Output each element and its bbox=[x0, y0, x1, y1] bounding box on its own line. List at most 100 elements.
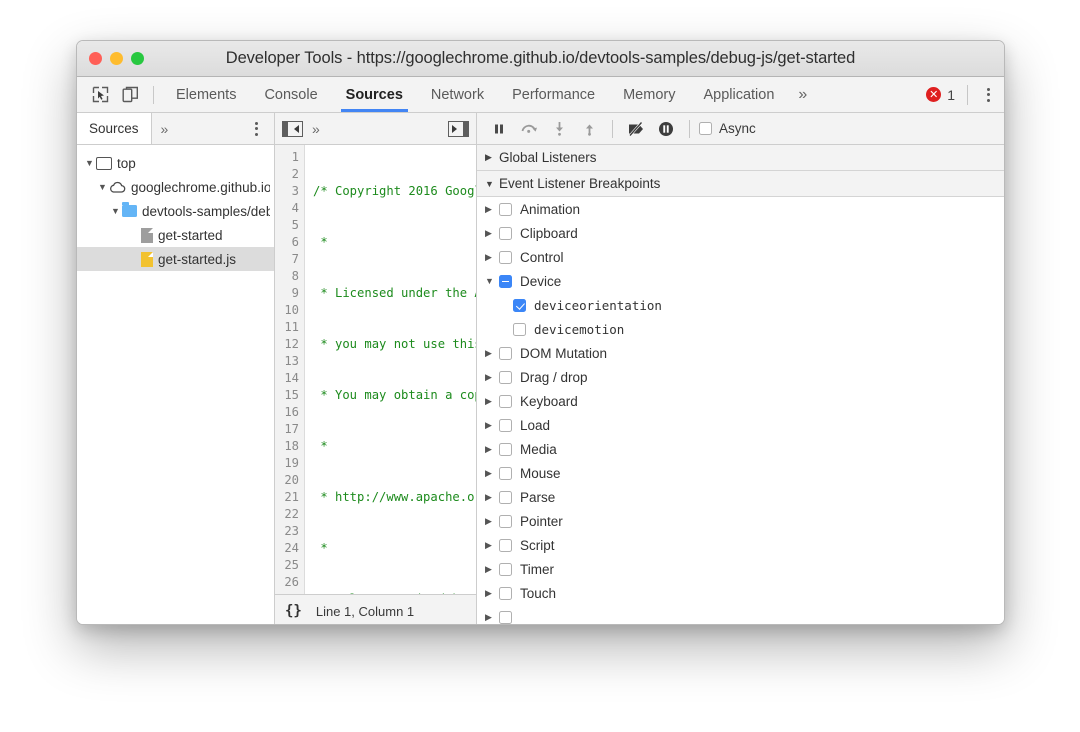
chevron-right-icon[interactable]: ▶ bbox=[485, 492, 499, 503]
navigator-subtab-sources[interactable]: Sources bbox=[77, 113, 152, 144]
step-out-icon[interactable] bbox=[575, 116, 603, 142]
pause-on-exceptions-icon[interactable] bbox=[652, 116, 680, 142]
chevron-right-icon[interactable]: ▶ bbox=[485, 396, 499, 407]
chevron-right-icon[interactable]: ▶ bbox=[485, 540, 499, 551]
chevron-right-icon[interactable]: ▶ bbox=[485, 372, 499, 383]
zoom-window-button[interactable] bbox=[131, 52, 144, 65]
section-event-listener-breakpoints[interactable]: ▼ Event Listener Breakpoints bbox=[477, 171, 1004, 197]
chevron-right-icon[interactable]: ▶ bbox=[485, 516, 499, 527]
breakpoint-row-clipboard[interactable]: ▶ Clipboard bbox=[477, 221, 1004, 245]
breakpoint-checkbox[interactable] bbox=[499, 202, 512, 216]
breakpoint-checkbox[interactable] bbox=[513, 322, 526, 336]
breakpoint-row-touch[interactable]: ▶ Touch bbox=[477, 581, 1004, 605]
chevron-down-icon[interactable]: ▼ bbox=[485, 276, 499, 286]
breakpoint-row-drag-drop[interactable]: ▶ Drag / drop bbox=[477, 365, 1004, 389]
section-global-listeners[interactable]: ▶ Global Listeners bbox=[477, 145, 1004, 171]
tree-item-get-started-js[interactable]: get-started.js bbox=[77, 247, 274, 271]
step-into-icon[interactable] bbox=[545, 116, 573, 142]
breakpoint-row-animation[interactable]: ▶ Animation bbox=[477, 197, 1004, 221]
chevron-right-icon[interactable]: ▶ bbox=[485, 564, 499, 575]
chevron-right-icon[interactable]: ▶ bbox=[485, 420, 499, 431]
tree-item-domain[interactable]: ▼ googlechrome.github.io bbox=[77, 175, 274, 199]
show-debugger-icon[interactable] bbox=[448, 120, 469, 137]
inspect-element-icon[interactable] bbox=[87, 83, 113, 107]
tab-elements[interactable]: Elements bbox=[162, 78, 250, 112]
breakpoint-row-control[interactable]: ▶ Control bbox=[477, 245, 1004, 269]
breakpoint-label: Parse bbox=[520, 489, 556, 505]
breakpoint-checkbox[interactable] bbox=[499, 466, 512, 480]
breakpoint-checkbox[interactable] bbox=[499, 370, 512, 384]
breakpoint-row-parse[interactable]: ▶ Parse bbox=[477, 485, 1004, 509]
breakpoint-checkbox[interactable] bbox=[513, 298, 526, 312]
pretty-print-icon[interactable]: {} bbox=[285, 603, 302, 619]
code-editor[interactable]: 1 2 3 4 5 6 7 8 9 10 11 12 13 14 15 16 1… bbox=[275, 145, 476, 594]
breakpoint-row-pointer[interactable]: ▶ Pointer bbox=[477, 509, 1004, 533]
chevron-right-icon[interactable]: ▶ bbox=[485, 228, 499, 239]
tree-item-get-started[interactable]: get-started bbox=[77, 223, 274, 247]
chevron-down-icon[interactable]: ▼ bbox=[109, 206, 122, 216]
line-number: 8 bbox=[291, 269, 299, 283]
chevron-right-icon[interactable]: ▶ bbox=[485, 348, 499, 359]
breakpoint-checkbox[interactable] bbox=[499, 514, 512, 528]
show-navigator-icon[interactable] bbox=[282, 120, 303, 137]
breakpoint-checkbox[interactable] bbox=[499, 610, 512, 624]
breakpoint-row-device[interactable]: ▼ Device bbox=[477, 269, 1004, 293]
tab-performance[interactable]: Performance bbox=[498, 78, 609, 112]
breakpoint-row-keyboard[interactable]: ▶ Keyboard bbox=[477, 389, 1004, 413]
tab-memory[interactable]: Memory bbox=[609, 78, 689, 112]
tree-item-top[interactable]: ▼ top bbox=[77, 151, 274, 175]
debugger-toolbar: Async bbox=[477, 113, 1004, 145]
breakpoint-row-clipped[interactable]: ▶ bbox=[477, 605, 1004, 624]
breakpoint-row-deviceorientation[interactable]: deviceorientation bbox=[477, 293, 1004, 317]
tree-item-folder[interactable]: ▼ devtools-samples/debug-js bbox=[77, 199, 274, 223]
chevron-right-icon[interactable]: ▶ bbox=[485, 468, 499, 479]
breakpoint-checkbox[interactable] bbox=[499, 418, 512, 432]
tabbar-right-group: ✕ 1 bbox=[926, 84, 1004, 105]
breakpoint-checkbox[interactable] bbox=[499, 586, 512, 600]
breakpoint-checkbox[interactable] bbox=[499, 394, 512, 408]
breakpoint-checkbox[interactable] bbox=[499, 274, 512, 288]
window-title: Developer Tools - https://googlechrome.g… bbox=[225, 49, 856, 67]
devtools-main-menu-icon[interactable] bbox=[980, 86, 996, 104]
async-checkbox[interactable] bbox=[699, 122, 712, 135]
minimize-window-button[interactable] bbox=[110, 52, 123, 65]
chevron-down-icon[interactable]: ▼ bbox=[96, 182, 109, 192]
more-tabs-button[interactable]: » bbox=[788, 78, 817, 112]
device-toolbar-icon[interactable] bbox=[117, 83, 143, 107]
deactivate-breakpoints-icon[interactable] bbox=[622, 116, 650, 142]
breakpoint-row-devicemotion[interactable]: devicemotion bbox=[477, 317, 1004, 341]
breakpoint-checkbox[interactable] bbox=[499, 490, 512, 504]
tab-network[interactable]: Network bbox=[417, 78, 498, 112]
chevron-right-icon[interactable]: ▶ bbox=[485, 252, 499, 263]
tab-application[interactable]: Application bbox=[689, 78, 788, 112]
async-toggle[interactable]: Async bbox=[699, 121, 756, 136]
tab-console[interactable]: Console bbox=[250, 78, 331, 112]
breakpoint-label: Device bbox=[520, 273, 562, 289]
breakpoint-checkbox[interactable] bbox=[499, 346, 512, 360]
breakpoint-checkbox[interactable] bbox=[499, 442, 512, 456]
breakpoint-row-script[interactable]: ▶ Script bbox=[477, 533, 1004, 557]
breakpoint-checkbox[interactable] bbox=[499, 538, 512, 552]
breakpoint-row-mouse[interactable]: ▶ Mouse bbox=[477, 461, 1004, 485]
error-badge[interactable]: ✕ 1 bbox=[926, 87, 955, 103]
close-window-button[interactable] bbox=[89, 52, 102, 65]
chevron-right-icon[interactable]: ▶ bbox=[485, 612, 499, 623]
tab-sources[interactable]: Sources bbox=[332, 78, 417, 112]
breakpoint-checkbox[interactable] bbox=[499, 226, 512, 240]
editor-more-button[interactable]: » bbox=[303, 121, 329, 137]
breakpoint-checkbox[interactable] bbox=[499, 250, 512, 264]
chevron-down-icon[interactable]: ▼ bbox=[83, 158, 96, 168]
step-over-icon[interactable] bbox=[515, 116, 543, 142]
breakpoint-row-media[interactable]: ▶ Media bbox=[477, 437, 1004, 461]
breakpoint-row-dom-mutation[interactable]: ▶ DOM Mutation bbox=[477, 341, 1004, 365]
chevron-right-icon[interactable]: ▶ bbox=[485, 588, 499, 599]
chevron-right-icon[interactable]: ▶ bbox=[485, 204, 499, 215]
chevron-right-icon[interactable]: ▶ bbox=[485, 444, 499, 455]
breakpoint-row-timer[interactable]: ▶ Timer bbox=[477, 557, 1004, 581]
breakpoint-row-load[interactable]: ▶ Load bbox=[477, 413, 1004, 437]
breakpoint-checkbox[interactable] bbox=[499, 562, 512, 576]
pause-resume-icon[interactable] bbox=[485, 116, 513, 142]
navigator-menu-icon[interactable] bbox=[248, 120, 264, 138]
code-text[interactable]: /* Copyright 2016 Google Inc. * * Licens… bbox=[305, 145, 476, 594]
navigator-more-button[interactable]: » bbox=[152, 121, 178, 137]
